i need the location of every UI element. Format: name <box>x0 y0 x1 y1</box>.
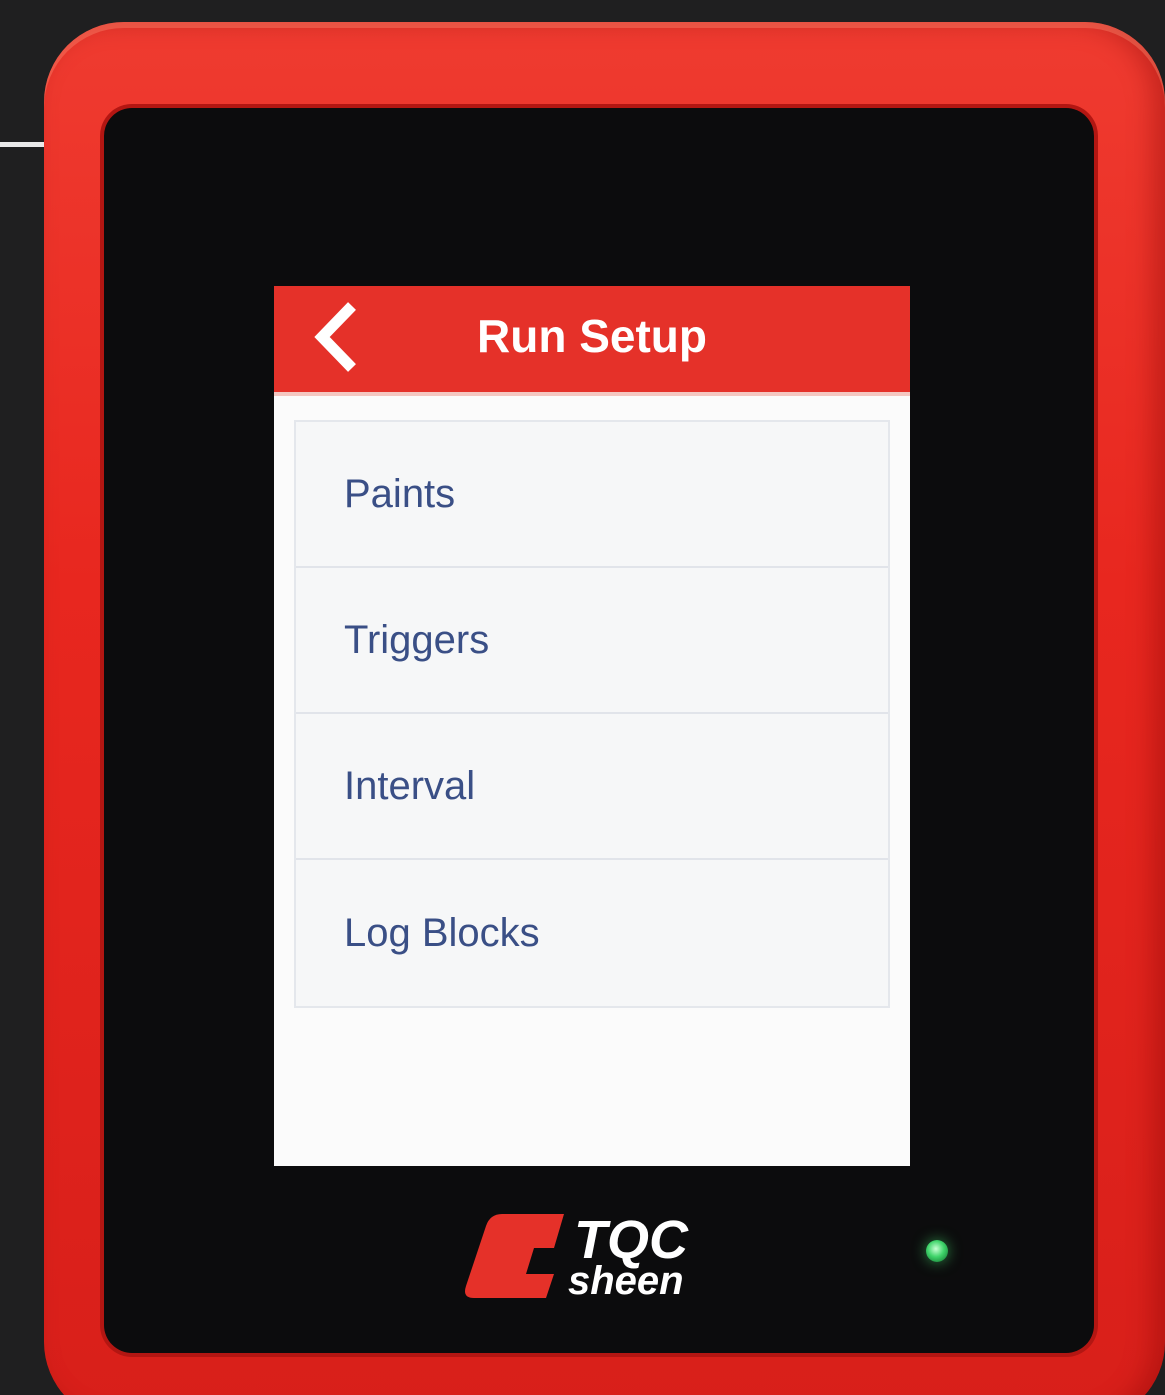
menu-item-interval[interactable]: Interval <box>296 714 888 860</box>
menu-item-paints[interactable]: Paints <box>296 422 888 568</box>
logo-text-sheen: sheen <box>568 1259 684 1300</box>
menu-item-triggers[interactable]: Triggers <box>296 568 888 714</box>
status-led <box>926 1240 948 1262</box>
screen-header: Run Setup <box>274 286 910 396</box>
menu-item-log-blocks[interactable]: Log Blocks <box>296 860 888 1006</box>
touch-screen: Run Setup Paints Triggers Interval Log B… <box>274 286 910 1166</box>
logo-mark-icon <box>465 1214 564 1298</box>
page-title: Run Setup <box>477 310 707 362</box>
run-setup-menu: Paints Triggers Interval Log Blocks <box>294 420 890 1008</box>
tqc-sheen-logo: TQC sheen <box>465 1210 689 1300</box>
device-photo: Run Setup Paints Triggers Interval Log B… <box>0 0 1165 1395</box>
